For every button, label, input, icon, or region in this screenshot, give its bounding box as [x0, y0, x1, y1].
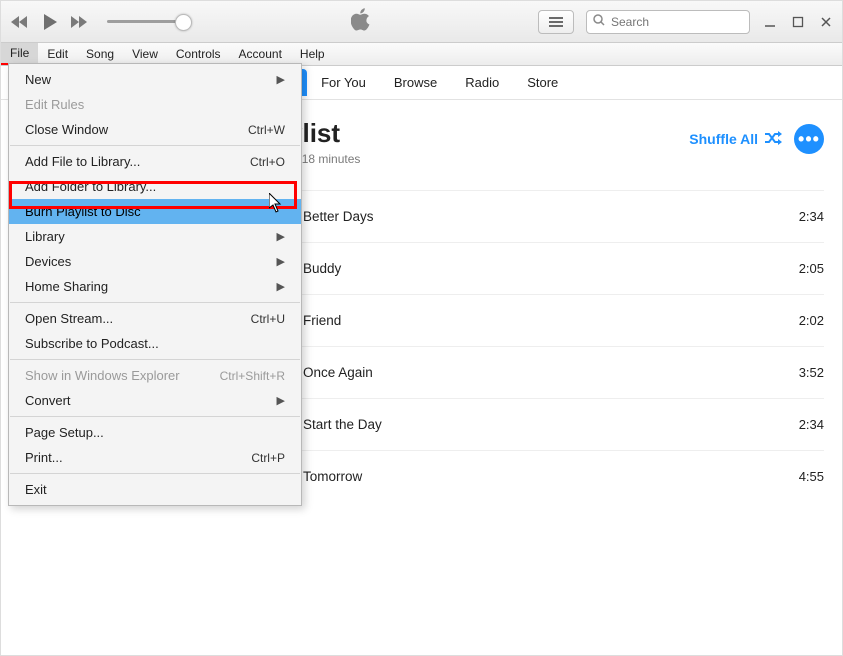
menu-item-label: Show in Windows Explorer [25, 368, 180, 383]
menu-item-label: Open Stream... [25, 311, 113, 326]
song-row[interactable]: Better Days 2:34 [249, 190, 824, 242]
menu-item-label: Devices [25, 254, 71, 269]
menu-item-label: Add File to Library... [25, 154, 140, 169]
next-button[interactable] [69, 11, 91, 33]
song-duration: 2:34 [780, 209, 824, 224]
titlebar-center [185, 7, 538, 36]
song-duration: 3:52 [780, 365, 824, 380]
file-menu-item[interactable]: Open Stream... Ctrl+U [9, 306, 301, 331]
song-title: Better Days [303, 209, 766, 224]
song-duration: 2:05 [780, 261, 824, 276]
song-row[interactable]: Buddy 2:05 [249, 242, 824, 294]
tab-for-you[interactable]: For You [307, 69, 380, 96]
song-duration: 2:02 [780, 313, 824, 328]
player-controls [9, 11, 185, 33]
ellipsis-icon: ••• [798, 129, 820, 150]
menu-separator [10, 359, 300, 360]
menu-separator [10, 473, 300, 474]
song-row[interactable]: Once Again 3:52 [249, 346, 824, 398]
tab-browse[interactable]: Browse [380, 69, 451, 96]
apple-logo-icon [351, 7, 373, 36]
file-menu-item[interactable]: Page Setup... [9, 420, 301, 445]
maximize-button[interactable] [790, 14, 806, 30]
titlebar-right [538, 10, 834, 34]
menu-item-label: Page Setup... [25, 425, 104, 440]
file-menu-item[interactable]: Add Folder to Library... [9, 174, 301, 199]
song-title: Buddy [303, 261, 766, 276]
menu-item-label: Home Sharing [25, 279, 108, 294]
chevron-right-icon: ▶ [277, 230, 285, 243]
menu-separator [10, 302, 300, 303]
file-menu-item[interactable]: Close Window Ctrl+W [9, 117, 301, 142]
file-menu: New ▶ Edit Rules Close Window Ctrl+W Add File… [8, 63, 302, 506]
menu-item-label: Library [25, 229, 65, 244]
file-menu-item: Show in Windows Explorer Ctrl+Shift+R [9, 363, 301, 388]
chevron-right-icon: ▶ [277, 73, 285, 86]
menu-item-shortcut: Ctrl+O [250, 155, 285, 169]
menu-view[interactable]: View [123, 43, 167, 65]
tab-radio[interactable]: Radio [451, 69, 513, 96]
song-row[interactable]: Start the Day 2:34 [249, 398, 824, 450]
search-icon [593, 14, 605, 29]
file-menu-item[interactable]: Home Sharing ▶ [9, 274, 301, 299]
menu-song[interactable]: Song [77, 43, 123, 65]
shuffle-label: Shuffle All [689, 131, 758, 147]
menu-separator [10, 416, 300, 417]
more-actions-button[interactable]: ••• [794, 124, 824, 154]
volume-slider[interactable] [107, 20, 185, 23]
menu-item-shortcut: Ctrl+U [251, 312, 285, 326]
menu-account[interactable]: Account [230, 43, 291, 65]
titlebar [1, 1, 842, 43]
song-title: Start the Day [303, 417, 766, 432]
song-title: Tomorrow [303, 469, 766, 484]
menu-item-label: Edit Rules [25, 97, 84, 112]
previous-button[interactable] [9, 11, 31, 33]
file-menu-item[interactable]: Add File to Library... Ctrl+O [9, 149, 301, 174]
file-menu-item: Edit Rules [9, 92, 301, 117]
song-row[interactable]: Tomorrow 4:55 [249, 450, 824, 502]
menu-item-label: Burn Playlist to Disc [25, 204, 141, 219]
file-menu-item[interactable]: Convert ▶ [9, 388, 301, 413]
menu-item-label: Subscribe to Podcast... [25, 336, 159, 351]
menu-item-label: New [25, 72, 51, 87]
menu-item-label: Exit [25, 482, 47, 497]
chevron-right-icon: ▶ [277, 280, 285, 293]
menu-separator [10, 145, 300, 146]
tab-store[interactable]: Store [513, 69, 572, 96]
menu-item-shortcut: Ctrl+Shift+R [220, 369, 285, 383]
song-title: Once Again [303, 365, 766, 380]
menu-item-label: Convert [25, 393, 71, 408]
file-menu-item[interactable]: Exit [9, 477, 301, 502]
shuffle-icon [764, 131, 782, 148]
shuffle-all-button[interactable]: Shuffle All [689, 131, 782, 148]
song-duration: 4:55 [780, 469, 824, 484]
menu-file[interactable]: File [1, 43, 38, 65]
file-menu-item[interactable]: Print... Ctrl+P [9, 445, 301, 470]
menu-item-label: Add Folder to Library... [25, 179, 156, 194]
file-menu-item[interactable]: Devices ▶ [9, 249, 301, 274]
play-button[interactable] [39, 11, 61, 33]
file-menu-item[interactable]: Library ▶ [9, 224, 301, 249]
close-button[interactable] [818, 14, 834, 30]
song-duration: 2:34 [780, 417, 824, 432]
menu-item-shortcut: Ctrl+P [251, 451, 285, 465]
search-input[interactable] [609, 14, 743, 30]
list-view-button[interactable] [538, 10, 574, 34]
file-menu-item[interactable]: Burn Playlist to Disc [9, 199, 301, 224]
minimize-button[interactable] [762, 14, 778, 30]
file-menu-item[interactable]: New ▶ [9, 67, 301, 92]
menu-controls[interactable]: Controls [167, 43, 230, 65]
song-row[interactable]: Friend 2:02 [249, 294, 824, 346]
chevron-right-icon: ▶ [277, 255, 285, 268]
menu-item-label: Close Window [25, 122, 108, 137]
file-menu-item[interactable]: Subscribe to Podcast... [9, 331, 301, 356]
menu-item-shortcut: Ctrl+W [248, 123, 285, 137]
menu-edit[interactable]: Edit [38, 43, 77, 65]
search-box[interactable] [586, 10, 750, 34]
chevron-right-icon: ▶ [277, 394, 285, 407]
song-title: Friend [303, 313, 766, 328]
menu-help[interactable]: Help [291, 43, 334, 65]
menu-item-label: Print... [25, 450, 63, 465]
